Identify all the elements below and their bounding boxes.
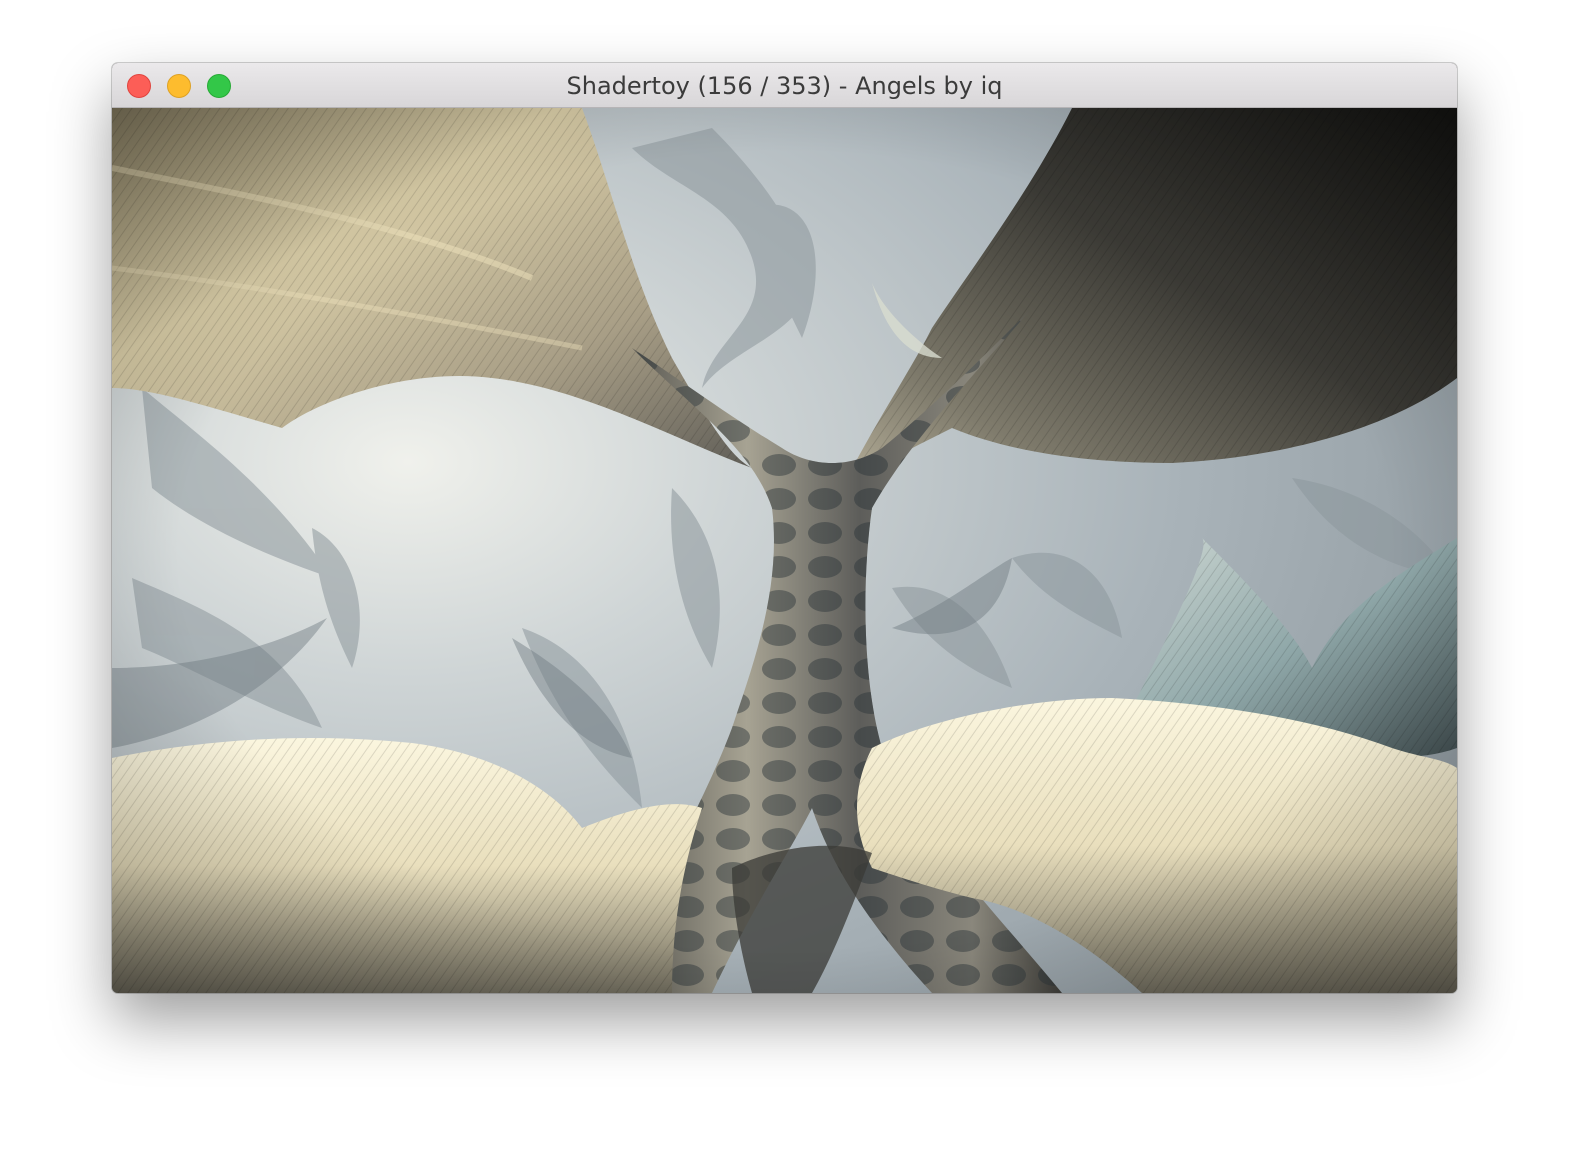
shader-canvas[interactable] (112, 108, 1457, 993)
app-window: Shadertoy (156 / 353) - Angels by iq (112, 63, 1457, 993)
shader-render (112, 108, 1457, 993)
title-bar[interactable]: Shadertoy (156 / 353) - Angels by iq (112, 63, 1457, 108)
window-title: Shadertoy (156 / 353) - Angels by iq (566, 72, 1003, 100)
